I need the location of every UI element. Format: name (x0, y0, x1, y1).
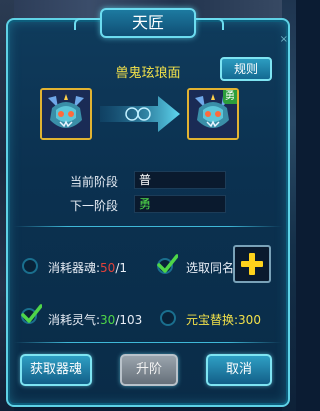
upgrade-arrow-icon (100, 96, 180, 132)
soul-checkbox[interactable] (22, 258, 38, 274)
same-name-label: 选取同名 (186, 261, 235, 275)
spirit-cost-have: 30 (100, 313, 116, 327)
yuanbao-checkbox[interactable] (160, 310, 176, 326)
next-stage-value: 勇 (134, 195, 226, 213)
divider (14, 226, 282, 227)
title-ornament-right (196, 18, 224, 30)
soul-cost-need: /1 (115, 261, 128, 275)
upgrade-button[interactable]: 升阶 (120, 354, 178, 386)
current-stage-label: 当前阶段 (70, 175, 119, 189)
same-name-slot[interactable] (233, 245, 271, 283)
divider (14, 342, 282, 343)
soul-cost-have: 50 (100, 261, 116, 275)
beast-mask-icon (42, 90, 90, 138)
plus-icon (241, 253, 263, 275)
soul-cost: 消耗器魂:50/1 (48, 259, 127, 276)
spirit-cost-need: /103 (115, 313, 143, 327)
spirit-cost: 消耗灵气:30/103 (48, 311, 142, 328)
rules-button[interactable]: 规则 (220, 57, 272, 81)
yuanbao-replace-label: 元宝替换:300 (186, 313, 261, 327)
current-stage-value: 普 (134, 171, 226, 189)
get-soul-button[interactable]: 获取器魂 (20, 354, 92, 386)
checkmark-icon[interactable] (156, 254, 178, 274)
close-icon[interactable]: × (280, 34, 288, 45)
cancel-button[interactable]: 取消 (206, 354, 272, 386)
soul-cost-label: 消耗器魂: (48, 261, 101, 275)
dialog-title: 天匠 (100, 8, 196, 38)
spirit-cost-label: 消耗灵气: (48, 313, 101, 327)
next-stage-label: 下一阶段 (70, 199, 119, 213)
title-ornament-left (74, 18, 102, 30)
source-item-slot[interactable] (40, 88, 92, 140)
result-item-slot[interactable]: 勇 (187, 88, 239, 140)
checkmark-icon[interactable] (20, 304, 42, 324)
stage-badge: 勇 (223, 90, 237, 104)
